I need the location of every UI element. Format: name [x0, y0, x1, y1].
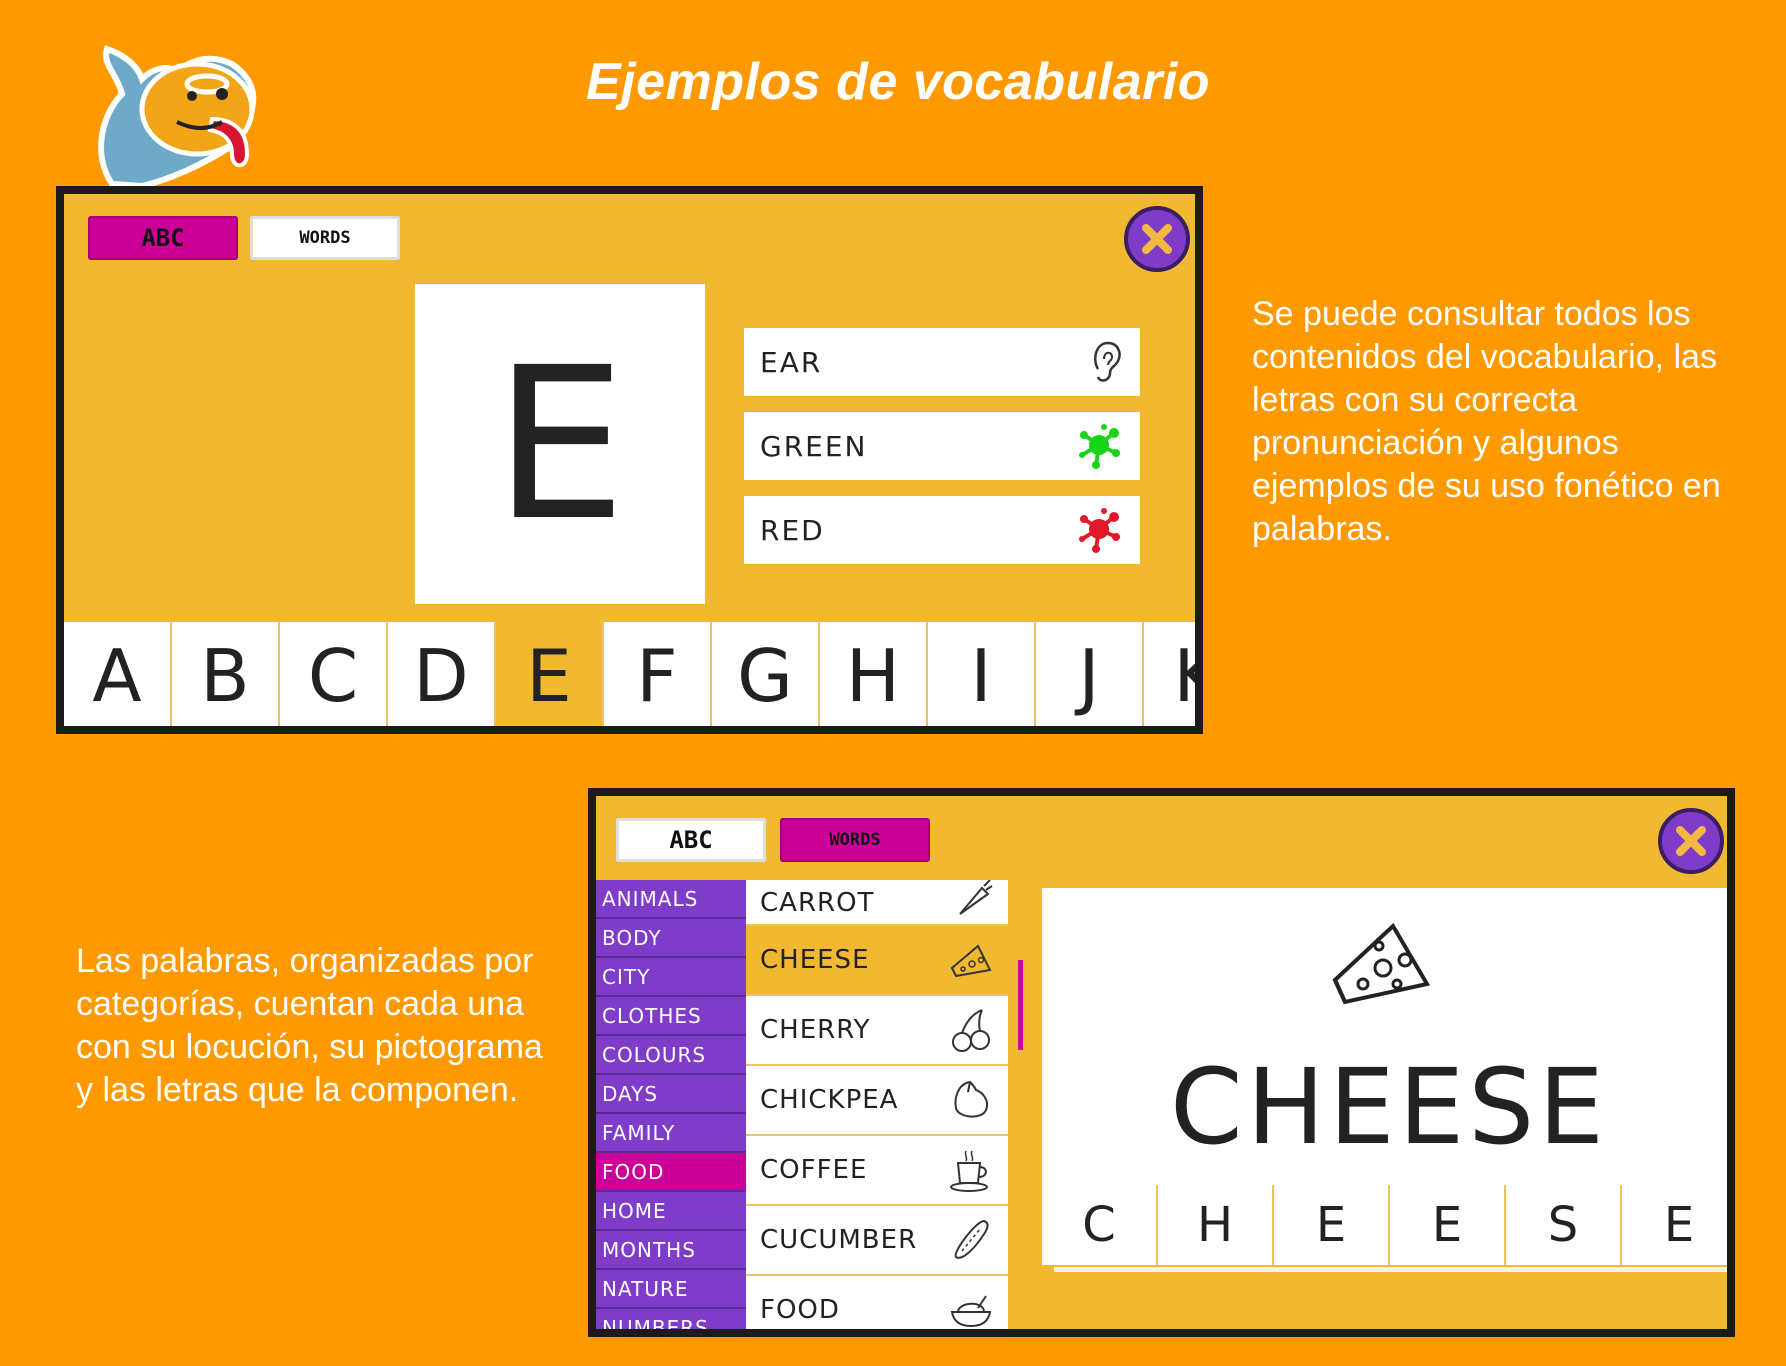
word-item-chickpea[interactable]: CHICKPEA: [746, 1066, 1008, 1136]
close-icon: [1142, 224, 1172, 254]
word-list-scrollbar[interactable]: [1018, 960, 1023, 1050]
red-splash-icon: [1079, 508, 1120, 553]
letter-i[interactable]: I: [928, 622, 1036, 726]
category-numbers[interactable]: NUMBERS: [596, 1309, 746, 1329]
selected-letter-card[interactable]: E: [415, 284, 705, 604]
carrot-icon: [959, 880, 993, 915]
category-food[interactable]: FOOD: [596, 1153, 746, 1192]
word-label: RED: [760, 513, 825, 547]
letter-f[interactable]: F: [604, 622, 712, 726]
close-button[interactable]: [1124, 206, 1190, 272]
divider: [1054, 1267, 1727, 1272]
category-months[interactable]: MONTHS: [596, 1231, 746, 1270]
cucumber-icon: [954, 1219, 989, 1259]
selected-letter: E: [493, 321, 627, 567]
spelled-letter[interactable]: H: [1158, 1185, 1274, 1265]
letter-e[interactable]: E: [496, 622, 604, 726]
alphabet-strip: A B C D E F G H I J K: [64, 622, 1195, 726]
selected-word: CHEESE: [1170, 1046, 1608, 1168]
tab-abc[interactable]: ABC: [616, 818, 766, 862]
cherry-icon: [952, 1009, 990, 1052]
word-label: CHERRY: [760, 1015, 871, 1045]
word-label: CHEESE: [760, 945, 870, 975]
word-item-carrot[interactable]: CARROT: [746, 880, 1008, 926]
letter-g[interactable]: G: [712, 622, 820, 726]
letter-c[interactable]: C: [280, 622, 388, 726]
category-list: ANIMALS BODY CITY CLOTHES COLOURS DAYS F…: [596, 880, 746, 1329]
spelled-letter[interactable]: C: [1042, 1185, 1158, 1265]
spelled-letter[interactable]: E: [1622, 1185, 1727, 1265]
page-title: Ejemplos de vocabulario: [585, 53, 1211, 111]
category-family[interactable]: FAMILY: [596, 1114, 746, 1153]
cheese-icon: [950, 944, 992, 978]
category-home[interactable]: HOME: [596, 1192, 746, 1231]
words-description: Las palabras, organizadas por categorías…: [76, 942, 543, 1109]
ear-icon: [1094, 341, 1121, 382]
spelled-letter[interactable]: E: [1274, 1185, 1390, 1265]
tab-words[interactable]: WORDS: [250, 216, 400, 260]
letter-h[interactable]: H: [820, 622, 928, 726]
word-item-cherry[interactable]: CHERRY: [746, 996, 1008, 1066]
chickpea-icon: [954, 1080, 988, 1118]
food-bowl-icon: [950, 1295, 992, 1328]
coffee-icon: [950, 1150, 988, 1192]
abc-screen: ABC WORDS E EAR GREEN RED A B C D E F G …: [56, 186, 1203, 734]
letter-b[interactable]: B: [172, 622, 280, 726]
word-label: COFFEE: [760, 1155, 868, 1185]
word-row-green[interactable]: GREEN: [744, 412, 1140, 480]
word-row-ear[interactable]: EAR: [744, 328, 1140, 396]
word-item-cheese[interactable]: CHEESE: [746, 926, 1008, 996]
letter-a[interactable]: A: [64, 622, 172, 726]
letter-j[interactable]: J: [1036, 622, 1144, 726]
word-label: CARROT: [760, 888, 875, 918]
alphabet-scroll-indicator[interactable]: [64, 726, 530, 732]
close-icon: [1676, 826, 1706, 856]
letter-d[interactable]: D: [388, 622, 496, 726]
category-colours[interactable]: COLOURS: [596, 1036, 746, 1075]
abc-description: Se puede consultar todos los contenidos …: [1252, 295, 1721, 548]
word-item-cucumber[interactable]: CUCUMBER: [746, 1206, 1008, 1276]
letter-k[interactable]: K: [1144, 622, 1195, 726]
word-list: CARROT CHEESE CHERRY CHICKPEA COFFEE CUC…: [746, 880, 1008, 1329]
category-body[interactable]: BODY: [596, 919, 746, 958]
word-row-red[interactable]: RED: [744, 496, 1140, 564]
category-animals[interactable]: ANIMALS: [596, 880, 746, 919]
category-nature[interactable]: NATURE: [596, 1270, 746, 1309]
cheese-icon: [1332, 922, 1431, 1005]
spelled-letter[interactable]: S: [1506, 1185, 1622, 1265]
tab-words[interactable]: WORDS: [780, 818, 930, 862]
word-label: FOOD: [760, 1295, 840, 1325]
category-days[interactable]: DAYS: [596, 1075, 746, 1114]
category-clothes[interactable]: CLOTHES: [596, 997, 746, 1036]
word-label: GREEN: [760, 429, 868, 463]
words-screen: ABC WORDS ANIMALS BODY CITY CLOTHES COLO…: [588, 788, 1735, 1337]
word-item-coffee[interactable]: COFFEE: [746, 1136, 1008, 1206]
category-city[interactable]: CITY: [596, 958, 746, 997]
word-label: CUCUMBER: [760, 1225, 918, 1255]
green-splash-icon: [1079, 424, 1120, 469]
word-label: CHICKPEA: [760, 1085, 899, 1115]
word-item-food[interactable]: FOOD: [746, 1276, 1008, 1329]
spelled-letter[interactable]: E: [1390, 1185, 1506, 1265]
spelled-letters-strip: C H E E S E: [1042, 1185, 1727, 1265]
tab-abc[interactable]: ABC: [88, 216, 238, 260]
word-label: EAR: [760, 345, 823, 379]
close-button[interactable]: [1658, 808, 1724, 874]
